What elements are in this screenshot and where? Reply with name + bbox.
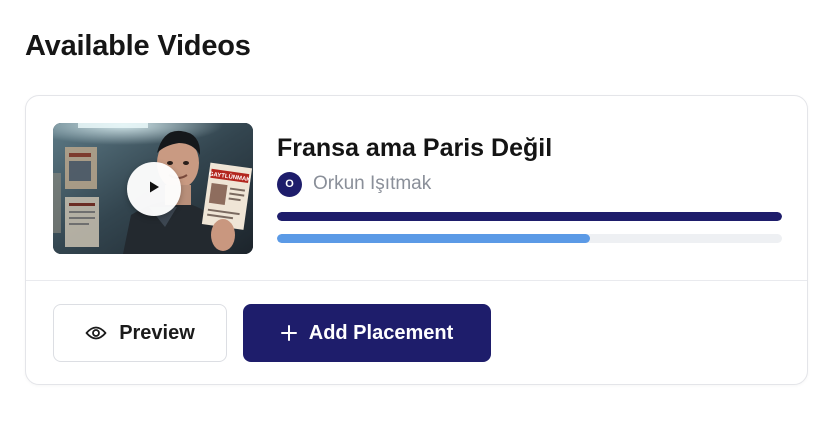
play-icon <box>147 180 161 199</box>
add-placement-button[interactable]: Add Placement <box>243 304 491 362</box>
preview-button[interactable]: Preview <box>53 304 227 362</box>
page-title: Available Videos <box>25 30 251 62</box>
add-placement-button-label: Add Placement <box>308 321 454 344</box>
card-actions: Preview Add Placement <box>26 282 807 386</box>
video-card: GAYTLÜNMAK Fransa ama Paris Değil O Orku… <box>25 95 808 385</box>
progress-bar-primary-fill <box>277 212 782 221</box>
eye-icon <box>85 325 107 341</box>
author-name: Orkun Işıtmak <box>313 173 432 194</box>
video-author: O Orkun Işıtmak <box>277 171 431 197</box>
video-card-body: GAYTLÜNMAK Fransa ama Paris Değil O Orku… <box>26 96 807 281</box>
preview-button-label: Preview <box>119 321 195 344</box>
progress-bar-secondary-fill <box>277 234 591 243</box>
author-avatar: O <box>277 171 302 197</box>
plus-icon <box>280 325 297 341</box>
progress-bar-primary <box>277 212 782 221</box>
video-thumbnail[interactable]: GAYTLÜNMAK <box>53 123 253 254</box>
play-button[interactable] <box>127 162 181 216</box>
video-title: Fransa ama Paris Değil <box>277 134 553 162</box>
progress-bar-secondary <box>277 234 782 243</box>
